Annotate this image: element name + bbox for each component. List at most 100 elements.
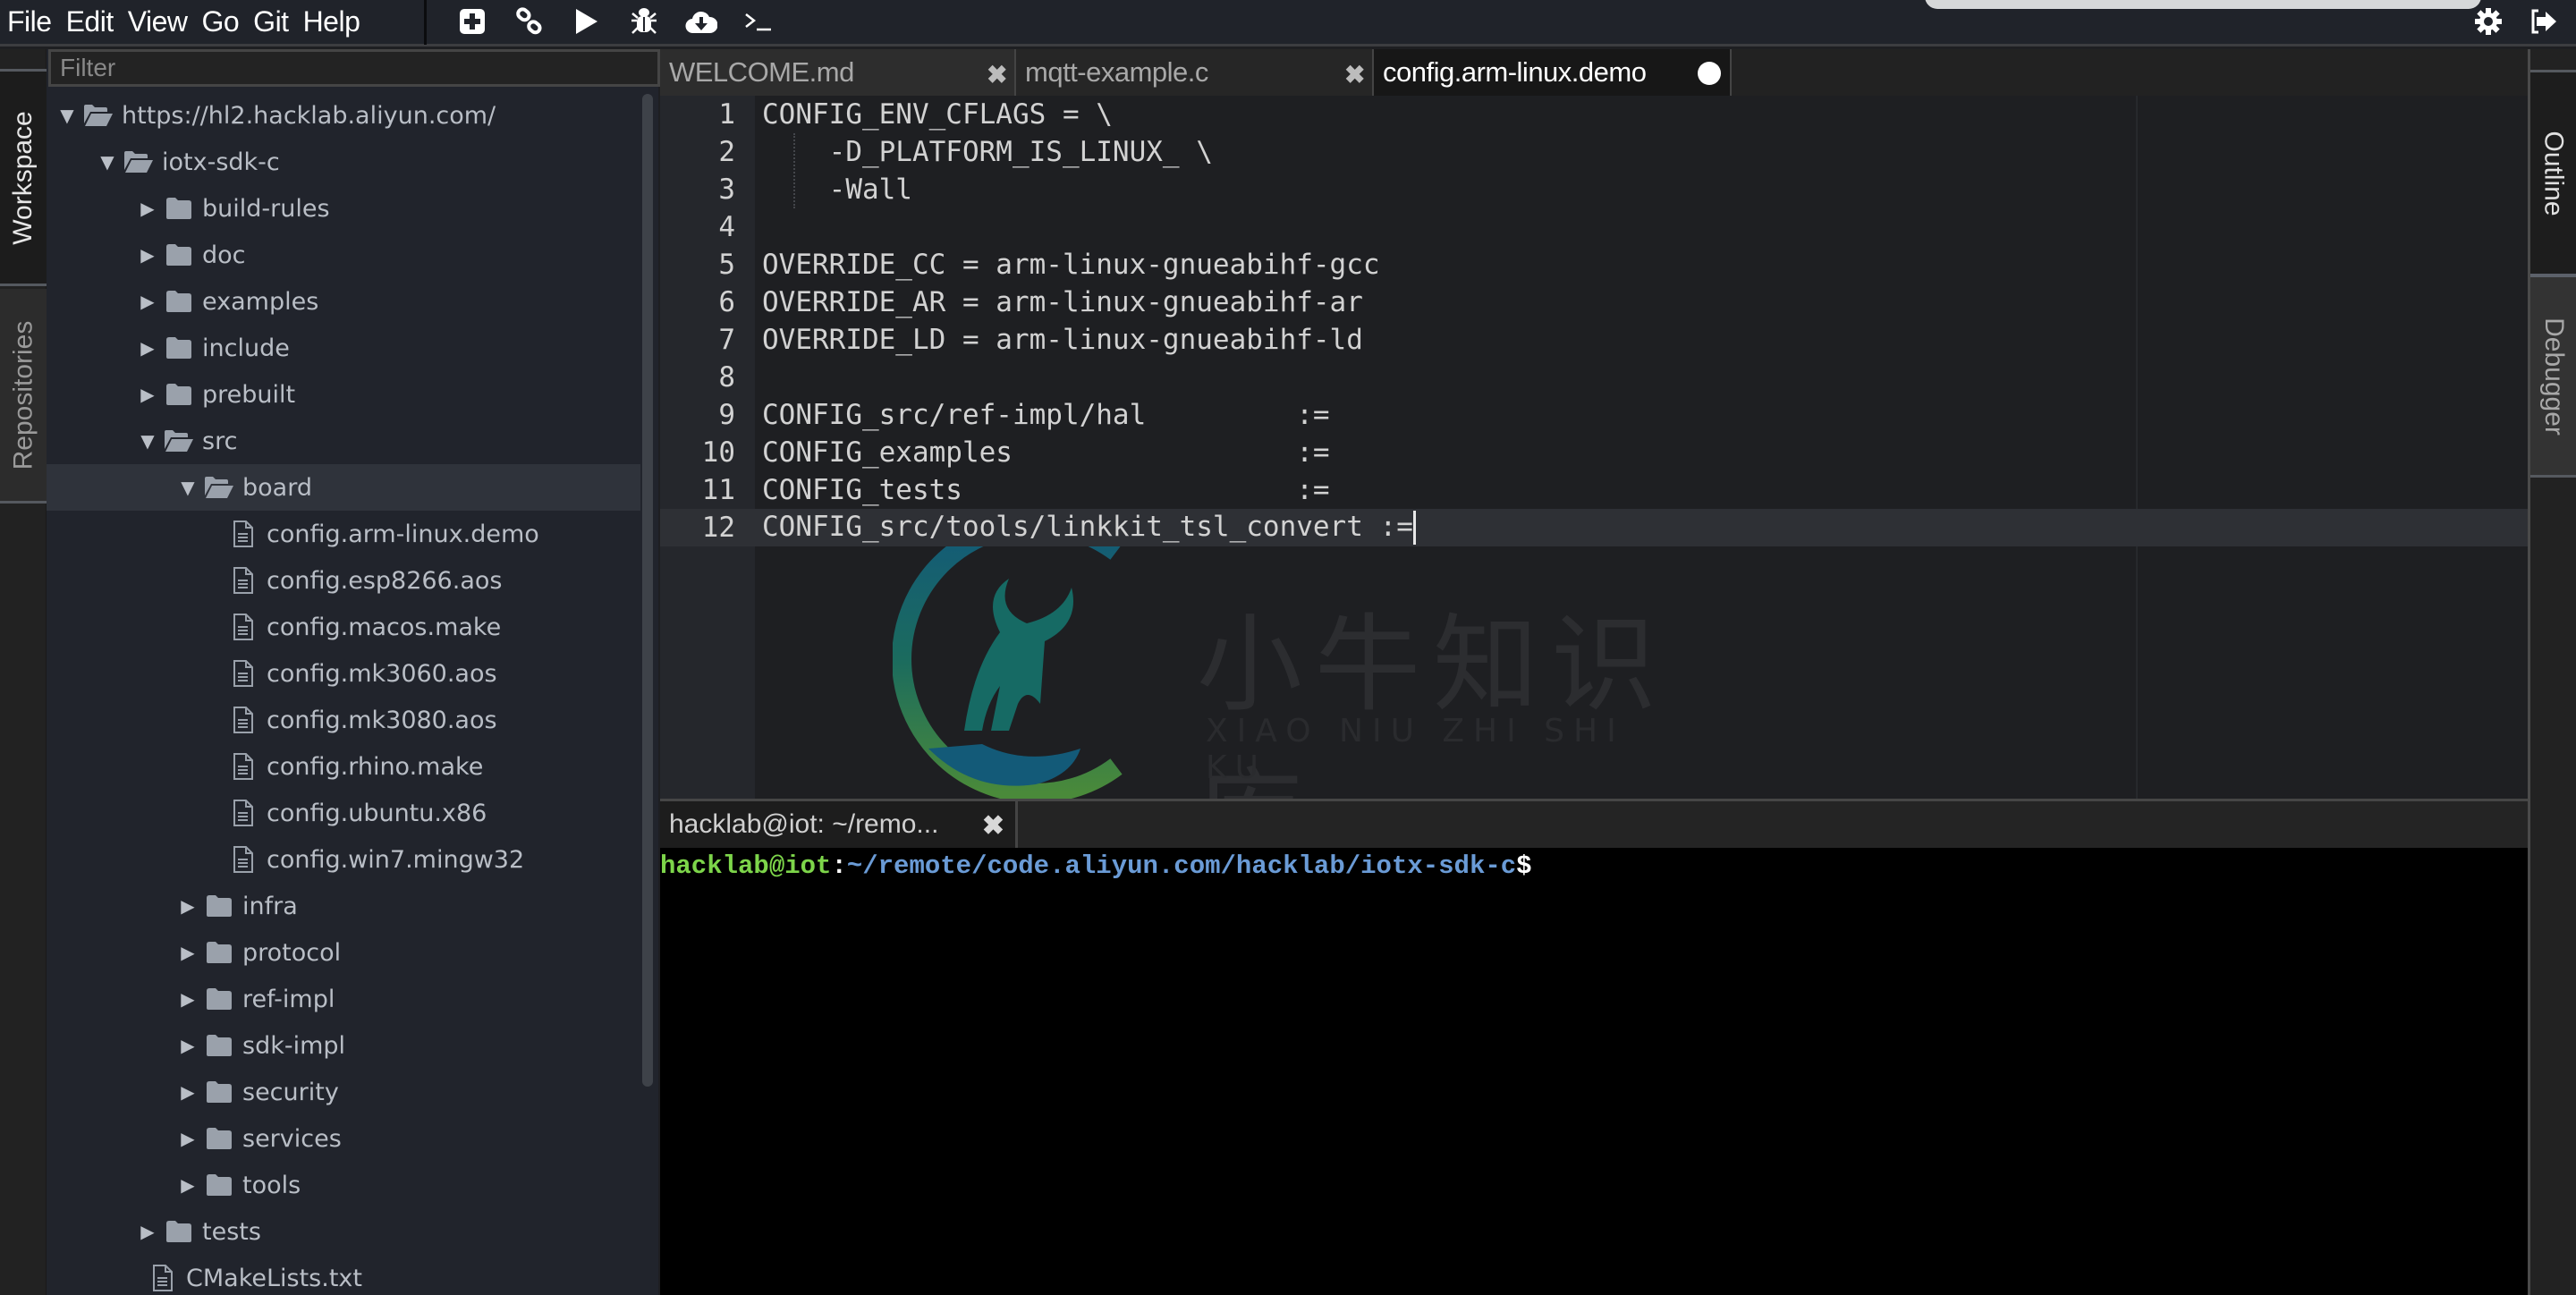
code-line[interactable]: 10 CONFIG_examples :=	[660, 434, 2528, 471]
chevron-right-icon[interactable]: ▶	[174, 1081, 201, 1103]
tree-folder[interactable]: ▼ board	[47, 464, 640, 511]
tree-folder[interactable]: ▶ prebuilt	[47, 371, 640, 418]
sign-out-button[interactable]	[2528, 5, 2560, 38]
menu-edit[interactable]: Edit	[66, 5, 114, 38]
tab-mqtt-example-c[interactable]: mqtt-example.c ✖	[1016, 49, 1374, 96]
watermark-subtitle: XIAO NIU ZHI SHI KU	[1206, 713, 1625, 786]
line-number: 2	[718, 136, 735, 168]
chevron-right-icon[interactable]: ▶	[134, 198, 161, 219]
new-file-button[interactable]	[456, 5, 488, 38]
close-icon[interactable]: ✖	[982, 810, 1004, 842]
close-icon[interactable]: ✖	[1344, 60, 1365, 89]
tree-file[interactable]: config.rhino.make	[47, 743, 640, 790]
chevron-right-icon[interactable]: ▶	[134, 244, 161, 266]
left-panel-strip: Workspace Repositories	[0, 49, 47, 1295]
code-editor[interactable]: 小牛知识库 XIAO NIU ZHI SHI KU 1 CONFIG_ENV_CF…	[660, 96, 2528, 799]
tree-folder[interactable]: ▶ infra	[47, 883, 640, 929]
tab-workspace-label: Workspace	[8, 110, 38, 245]
terminal-button[interactable]	[742, 5, 775, 38]
tree-folder[interactable]: ▶ include	[47, 325, 640, 371]
tree-file[interactable]: config.esp8266.aos	[47, 557, 640, 604]
tree-folder[interactable]: ▶ doc	[47, 232, 640, 278]
line-number: 4	[718, 211, 735, 243]
settings-button[interactable]	[2472, 5, 2504, 38]
chevron-right-icon[interactable]: ▶	[134, 337, 161, 359]
chevron-down-icon[interactable]: ▼	[134, 430, 161, 452]
file-icon	[225, 521, 261, 547]
chevron-down-icon[interactable]: ▼	[94, 151, 121, 173]
tree-folder[interactable]: ▼ iotx-sdk-c	[47, 139, 640, 185]
menu-go[interactable]: Go	[201, 5, 239, 38]
code-line[interactable]: 3 -Wall	[660, 171, 2528, 208]
tree-folder[interactable]: ▶ build-rules	[47, 185, 640, 232]
tab-outline[interactable]: Outline	[2530, 70, 2576, 274]
menu-file[interactable]: File	[7, 5, 52, 38]
close-icon[interactable]: ✖	[987, 60, 1007, 89]
chevron-right-icon[interactable]: ▶	[134, 1221, 161, 1242]
chevron-right-icon[interactable]: ▶	[134, 291, 161, 312]
code-line[interactable]: 5 OVERRIDE_CC = arm-linux-gnueabihf-gcc	[660, 246, 2528, 284]
chevron-right-icon[interactable]: ▶	[174, 942, 201, 963]
unsaved-dot-icon[interactable]	[1698, 62, 1721, 85]
tab-welcome-md[interactable]: WELCOME.md ✖	[660, 49, 1016, 96]
code-line[interactable]: 7 OVERRIDE_LD = arm-linux-gnueabihf-ld	[660, 321, 2528, 359]
file-tree-scrollbar-thumb[interactable]	[642, 94, 653, 1087]
folder-icon	[201, 893, 237, 919]
code-line[interactable]: 6 OVERRIDE_AR = arm-linux-gnueabihf-ar	[660, 284, 2528, 321]
tree-folder[interactable]: ▼ src	[47, 418, 640, 464]
code-line[interactable]: 4	[660, 208, 2528, 246]
code-line[interactable]: 2 -D_PLATFORM_IS_LINUX_ \	[660, 133, 2528, 171]
tree-item-label: prebuilt	[202, 380, 296, 409]
tree-folder[interactable]: ▶ examples	[47, 278, 640, 325]
chevron-down-icon[interactable]: ▼	[54, 105, 80, 126]
tree-file[interactable]: config.mk3060.aos	[47, 650, 640, 697]
cloud-download-button[interactable]	[685, 5, 717, 38]
tree-file[interactable]: CMakeLists.txt	[47, 1255, 640, 1295]
tab-config-arm-linux-demo[interactable]: config.arm-linux.demo	[1374, 49, 1732, 96]
terminal-tab[interactable]: hacklab@iot: ~/remo... ✖	[660, 801, 1018, 848]
chevron-down-icon[interactable]: ▼	[174, 477, 201, 498]
tree-file[interactable]: config.win7.mingw32	[47, 836, 640, 883]
menu-git[interactable]: Git	[253, 5, 289, 38]
menu-help[interactable]: Help	[303, 5, 360, 38]
tree-folder[interactable]: ▶ ref-impl	[47, 976, 640, 1022]
code-line[interactable]: 9 CONFIG_src/ref-impl/hal :=	[660, 396, 2528, 434]
tree-file[interactable]: config.arm-linux.demo	[47, 511, 640, 557]
code-line[interactable]: 8	[660, 359, 2528, 396]
run-button[interactable]	[571, 5, 603, 38]
chevron-right-icon[interactable]: ▶	[174, 1174, 201, 1196]
link-button[interactable]	[513, 5, 546, 38]
chevron-right-icon[interactable]: ▶	[174, 988, 201, 1010]
tab-workspace[interactable]: Workspace	[0, 69, 47, 286]
code-line[interactable]: 1 CONFIG_ENV_CFLAGS = \	[660, 96, 2528, 133]
code-line[interactable]: 11 CONFIG_tests :=	[660, 471, 2528, 509]
menu-view[interactable]: View	[128, 5, 188, 38]
tree-folder[interactable]: ▶ services	[47, 1115, 640, 1162]
filter-input[interactable]	[48, 49, 660, 87]
chevron-right-icon[interactable]: ▶	[174, 895, 201, 917]
folder-icon	[161, 381, 197, 408]
tree-folder[interactable]: ▼ https://hl2.hacklab.aliyun.com/	[47, 92, 640, 139]
tab-repositories[interactable]: Repositories	[0, 289, 47, 504]
debug-button[interactable]	[628, 5, 660, 38]
tree-folder[interactable]: ▶ tools	[47, 1162, 640, 1208]
tree-file[interactable]: config.mk3080.aos	[47, 697, 640, 743]
tree-folder[interactable]: ▶ tests	[47, 1208, 640, 1255]
code-line[interactable]: 12 CONFIG_src/tools/linkkit_tsl_convert :…	[660, 509, 2528, 546]
folder-icon	[201, 939, 237, 966]
tree-folder[interactable]: ▶ sdk-impl	[47, 1022, 640, 1069]
line-number: 9	[718, 399, 735, 431]
tab-debugger[interactable]: Debugger	[2530, 274, 2576, 478]
tree-file[interactable]: config.macos.make	[47, 604, 640, 650]
folder-icon	[201, 1079, 237, 1105]
chevron-right-icon[interactable]: ▶	[174, 1035, 201, 1056]
chevron-right-icon[interactable]: ▶	[174, 1128, 201, 1149]
tree-folder[interactable]: ▶ protocol	[47, 929, 640, 976]
code-text-content: CONFIG_src/ref-impl/hal :=	[762, 399, 1330, 431]
file-tree-scrollbar[interactable]	[640, 94, 655, 1087]
tree-file[interactable]: config.ubuntu.x86	[47, 790, 640, 836]
terminal[interactable]: hacklab@iot:~/remote/code.aliyun.com/hac…	[660, 848, 2528, 1295]
chevron-right-icon[interactable]: ▶	[134, 384, 161, 405]
tree-folder[interactable]: ▶ security	[47, 1069, 640, 1115]
sign-out-icon	[2531, 9, 2556, 34]
